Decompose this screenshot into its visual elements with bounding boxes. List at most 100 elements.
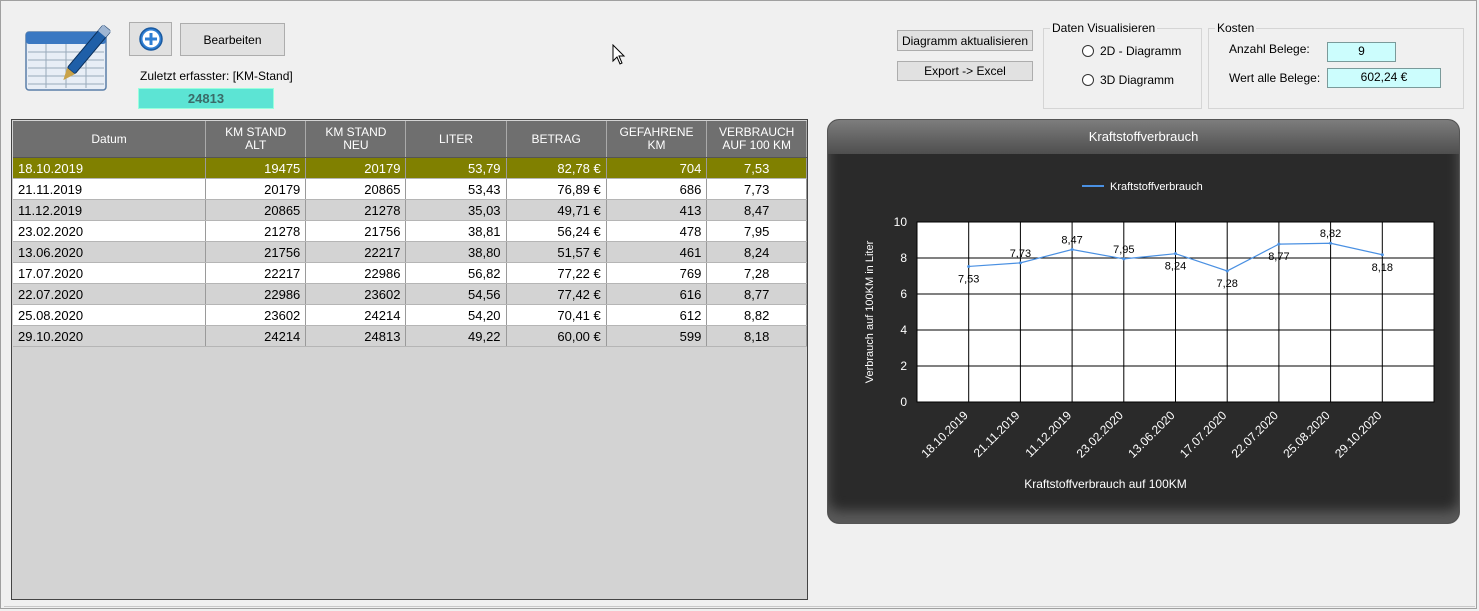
cell-km-old[interactable]: 19475	[205, 157, 307, 179]
cell-driven-km[interactable]: 704	[606, 157, 708, 179]
col-header-km-new[interactable]: KM STAND NEU	[305, 121, 407, 158]
cell-consumption[interactable]: 7,73	[706, 178, 807, 200]
cell-date[interactable]: 29.10.2020	[13, 325, 207, 347]
cell-date[interactable]: 22.07.2020	[13, 283, 207, 305]
cell-amount[interactable]: 51,57 €	[506, 241, 607, 263]
cell-liter[interactable]: 35,03	[405, 199, 507, 221]
cell-consumption[interactable]: 7,28	[706, 262, 807, 284]
cell-liter[interactable]: 38,80	[405, 241, 507, 263]
cell-date[interactable]: 11.12.2019	[13, 199, 207, 221]
cell-driven-km[interactable]: 616	[606, 283, 708, 305]
cell-km-old[interactable]: 22986	[205, 283, 307, 305]
cell-km-new[interactable]: 24214	[305, 304, 407, 326]
cell-consumption[interactable]: 7,95	[706, 220, 807, 242]
cell-km-old[interactable]: 22217	[205, 262, 307, 284]
fuel-data-grid[interactable]: Datum KM STAND ALT KM STAND NEU LITER BE…	[11, 119, 808, 600]
data-label: 8,24	[1165, 261, 1186, 273]
cell-amount[interactable]: 49,71 €	[506, 199, 607, 221]
x-tick-label: 23.02.2020	[1074, 408, 1127, 461]
cell-km-new[interactable]: 24813	[305, 325, 407, 347]
cell-amount[interactable]: 56,24 €	[506, 220, 607, 242]
table-row[interactable]: 18.10.2019 19475 20179 53,79 82,78 €704 7,53	[13, 157, 807, 179]
table-row[interactable]: 11.12.2019 20865 21278 35,03 49,71 €413 8,47	[13, 199, 807, 221]
cell-amount[interactable]: 70,41 €	[506, 304, 607, 326]
data-point	[1329, 241, 1333, 245]
table-row[interactable]: 21.11.2019 20179 20865 53,43 76,89 €686 7,73	[13, 178, 807, 200]
cell-km-new[interactable]: 22217	[305, 241, 407, 263]
cell-driven-km[interactable]: 612	[606, 304, 708, 326]
cell-km-old[interactable]: 20865	[205, 199, 307, 221]
cell-km-new[interactable]: 22986	[305, 262, 407, 284]
cell-consumption[interactable]: 8,82	[706, 304, 807, 326]
table-row[interactable]: 22.07.2020 22986 23602 54,56 77,42 €616 8,77	[13, 283, 807, 305]
cell-driven-km[interactable]: 461	[606, 241, 708, 263]
cell-km-old[interactable]: 20179	[205, 178, 307, 200]
cell-liter[interactable]: 54,56	[405, 283, 507, 305]
receipt-sum-value: 602,24 €	[1327, 68, 1441, 88]
col-header-date[interactable]: Datum	[13, 121, 207, 158]
cell-km-new[interactable]: 21278	[305, 199, 407, 221]
table-row[interactable]: 29.10.2020 24214 24813 49,22 60,00 €599 8,18	[13, 325, 807, 347]
cell-km-new[interactable]: 21756	[305, 220, 407, 242]
cell-liter[interactable]: 49,22	[405, 325, 507, 347]
cell-date[interactable]: 18.10.2019	[13, 157, 207, 179]
cell-consumption[interactable]: 8,47	[706, 199, 807, 221]
cell-amount[interactable]: 82,78 €	[506, 157, 607, 179]
edit-button[interactable]: Bearbeiten	[180, 23, 285, 56]
data-point	[1018, 261, 1022, 265]
update-chart-button[interactable]: Diagramm aktualisieren	[897, 30, 1033, 51]
cell-driven-km[interactable]: 478	[606, 220, 708, 242]
table-row[interactable]: 13.06.2020 21756 22217 38,80 51,57 €461 8,24	[13, 241, 807, 263]
cell-date[interactable]: 25.08.2020	[13, 304, 207, 326]
cell-liter[interactable]: 53,43	[405, 178, 507, 200]
cell-consumption[interactable]: 8,77	[706, 283, 807, 305]
radio-3d-dot[interactable]	[1082, 74, 1094, 86]
cell-amount[interactable]: 76,89 €	[506, 178, 607, 200]
cell-driven-km[interactable]: 599	[606, 325, 708, 347]
cell-km-old[interactable]: 21756	[205, 241, 307, 263]
cell-km-new[interactable]: 20179	[305, 157, 407, 179]
cell-date[interactable]: 17.07.2020	[13, 262, 207, 284]
col-header-driven-km[interactable]: GEFAHRENE KM	[606, 121, 708, 158]
visualize-group: Daten Visualisieren 2D - Diagramm 3D Dia…	[1043, 21, 1202, 109]
x-tick-label: 13.06.2020	[1125, 408, 1178, 461]
cell-consumption[interactable]: 8,24	[706, 241, 807, 263]
cell-km-new[interactable]: 23602	[305, 283, 407, 305]
cell-km-old[interactable]: 23602	[205, 304, 307, 326]
add-button[interactable]	[129, 22, 172, 56]
radio-3d-chart[interactable]: 3D Diagramm	[1082, 73, 1174, 87]
cell-amount[interactable]: 77,42 €	[506, 283, 607, 305]
radio-2d-dot[interactable]	[1082, 45, 1094, 57]
radio-2d-chart[interactable]: 2D - Diagramm	[1082, 44, 1181, 58]
mouse-cursor-icon	[612, 44, 626, 65]
table-row[interactable]: 25.08.2020 23602 24214 54,20 70,41 €612 8,82	[13, 304, 807, 326]
cell-amount[interactable]: 77,22 €	[506, 262, 607, 284]
cell-km-old[interactable]: 24214	[205, 325, 307, 347]
x-tick-label: 29.10.2020	[1332, 408, 1385, 461]
cell-date[interactable]: 21.11.2019	[13, 178, 207, 200]
export-excel-button[interactable]: Export -> Excel	[897, 61, 1033, 81]
cell-driven-km[interactable]: 686	[606, 178, 708, 200]
cell-km-old[interactable]: 21278	[205, 220, 307, 242]
cell-liter[interactable]: 38,81	[405, 220, 507, 242]
table-row[interactable]: 17.07.2020 22217 22986 56,82 77,22 €769 7,28	[13, 262, 807, 284]
cell-km-new[interactable]: 20865	[305, 178, 407, 200]
col-header-amount[interactable]: BETRAG	[506, 121, 607, 158]
data-point	[1174, 252, 1177, 256]
table-row[interactable]: 23.02.2020 21278 21756 38,81 56,24 €478 7,95	[13, 220, 807, 242]
cell-amount[interactable]: 60,00 €	[506, 325, 607, 347]
data-label: 7,95	[1113, 244, 1134, 256]
cell-driven-km[interactable]: 413	[606, 199, 708, 221]
cell-date[interactable]: 13.06.2020	[13, 241, 207, 263]
cell-driven-km[interactable]: 769	[606, 262, 708, 284]
data-point	[1225, 269, 1229, 273]
cell-liter[interactable]: 54,20	[405, 304, 507, 326]
cell-consumption[interactable]: 7,53	[706, 157, 807, 179]
cell-liter[interactable]: 53,79	[405, 157, 507, 179]
cell-date[interactable]: 23.02.2020	[13, 220, 207, 242]
col-header-liter[interactable]: LITER	[405, 121, 507, 158]
cell-consumption[interactable]: 8,18	[706, 325, 807, 347]
col-header-consumption[interactable]: VERBRAUCH AUF 100 KM	[706, 121, 807, 158]
cell-liter[interactable]: 56,82	[405, 262, 507, 284]
col-header-km-old[interactable]: KM STAND ALT	[205, 121, 307, 158]
